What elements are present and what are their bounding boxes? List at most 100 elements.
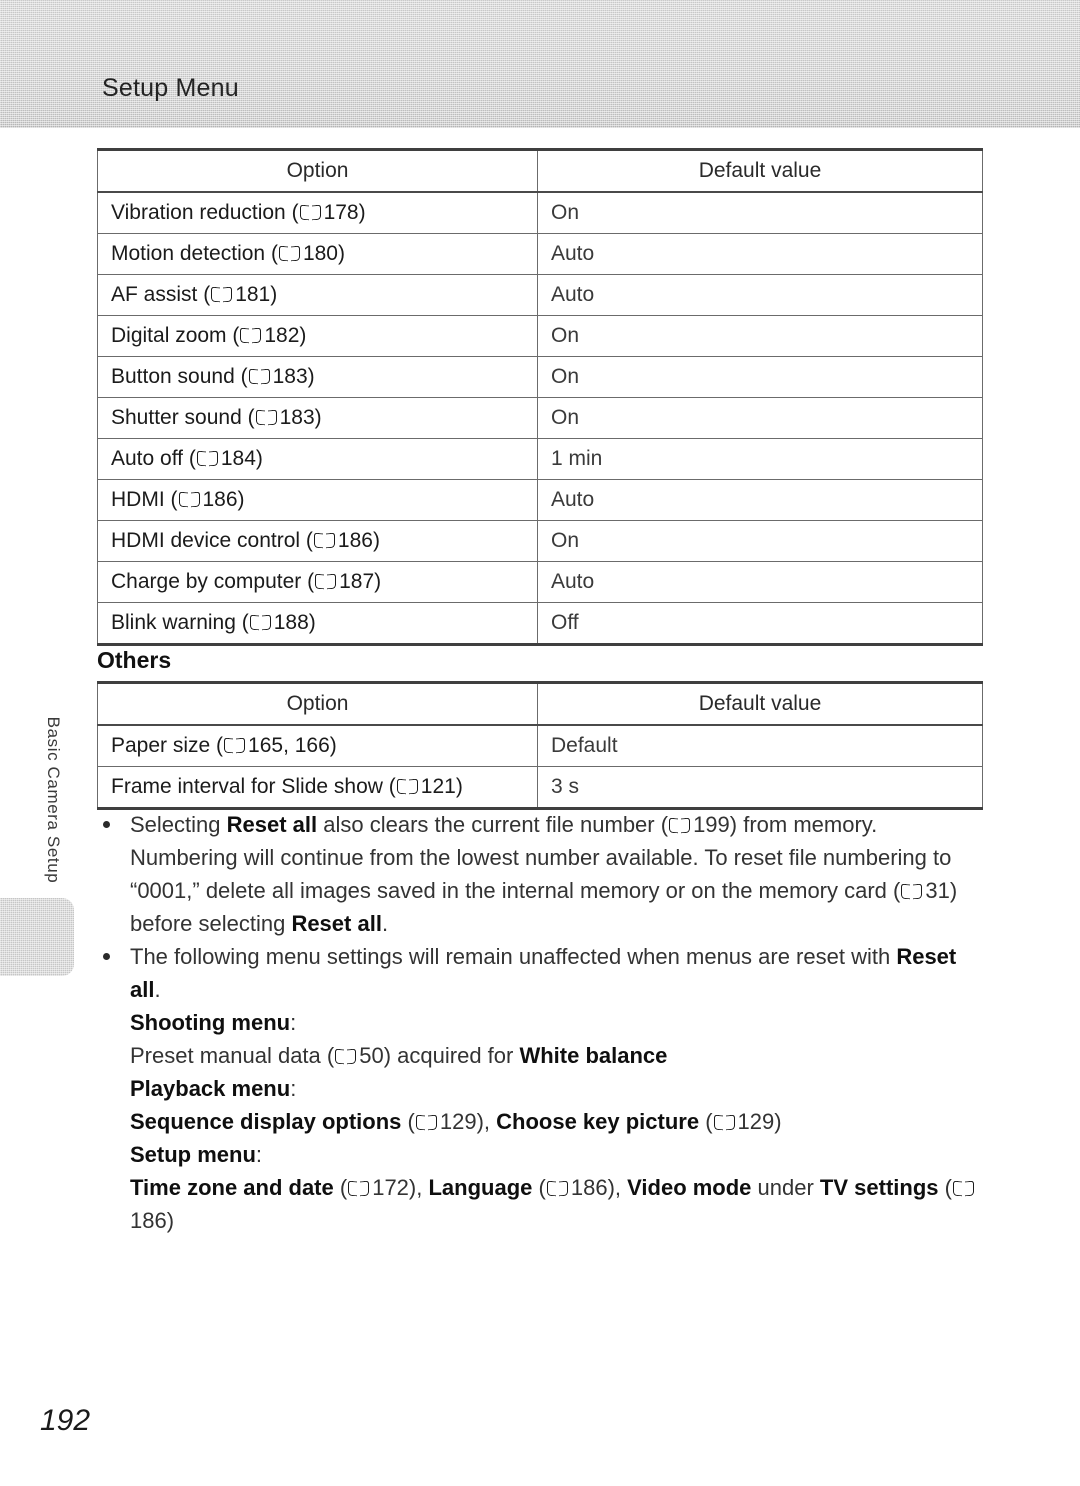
setup-options-table: Option Default value Vibration reduction…: [97, 148, 983, 646]
note-text: .: [154, 977, 161, 1002]
note-text: ),: [476, 1109, 497, 1134]
table-row: Auto off (184) 1 min: [97, 438, 983, 480]
page-ref: 187: [339, 570, 375, 593]
shooting-menu-detail: Preset manual data (50) acquired for Whi…: [97, 1039, 987, 1072]
book-icon: [416, 1115, 437, 1131]
note-bold-term: Language: [428, 1175, 533, 1200]
note-bold-term: TV settings: [819, 1175, 939, 1200]
book-icon: [179, 492, 200, 508]
table-row: HDMI device control (186) On: [97, 520, 983, 562]
column-header-option: Option: [97, 148, 538, 193]
book-icon: [714, 1115, 735, 1131]
column-header-option: Option: [97, 681, 538, 726]
playback-menu-heading: Playback menu:: [97, 1072, 987, 1105]
note-text: Preset manual data (: [130, 1043, 335, 1068]
note-bullet-unaffected-settings: The following menu settings will remain …: [97, 940, 987, 1006]
colon: :: [290, 1010, 297, 1035]
column-header-default-value: Default value: [537, 148, 983, 193]
option-cell: AF assist (181): [97, 274, 538, 316]
page-ref: 188: [273, 611, 309, 634]
option-label: HDMI device control: [111, 529, 301, 552]
option-label: Vibration reduction: [111, 201, 286, 224]
option-cell: HDMI (186): [97, 479, 538, 521]
table-row: Blink warning (188) Off: [97, 602, 983, 646]
default-value-cell: Auto: [537, 274, 983, 316]
book-icon: [197, 451, 218, 467]
page-ref: 178: [323, 201, 359, 224]
page-ref: 129: [439, 1109, 477, 1134]
others-section-heading: Others: [97, 647, 172, 673]
book-icon: [315, 574, 336, 590]
option-label: Auto off: [111, 447, 184, 470]
option-cell: HDMI device control (186): [97, 520, 538, 562]
default-value-cell: On: [537, 191, 983, 234]
option-cell: Motion detection (180): [97, 233, 538, 275]
table-row: Frame interval for Slide show (121) 3 s: [97, 766, 983, 810]
menu-heading-label: Playback menu: [130, 1076, 291, 1101]
option-label: Button sound: [111, 365, 235, 388]
book-icon: [300, 205, 321, 221]
page-ref: 121: [420, 775, 456, 798]
note-text: (: [401, 1109, 415, 1134]
bullet-dot-icon: [103, 821, 110, 828]
page-ref: 180: [302, 242, 338, 265]
option-cell: Charge by computer (187): [97, 561, 538, 603]
option-label: Charge by computer: [111, 570, 302, 593]
note-text: (: [938, 1175, 952, 1200]
default-value-cell: 3 s: [537, 766, 983, 810]
note-text: .: [381, 911, 389, 936]
page-ref: 186: [130, 1208, 167, 1233]
note-text: The following menu settings will remain …: [130, 944, 897, 969]
setup-menu-detail: Time zone and date (172), Language (186)…: [97, 1171, 987, 1237]
note-bold-term: Sequence display options: [130, 1109, 402, 1134]
book-icon: [240, 328, 261, 344]
option-cell: Vibration reduction (178): [97, 191, 538, 234]
page-ref: 199: [693, 812, 730, 837]
book-icon: [901, 884, 922, 900]
book-icon: [953, 1181, 974, 1197]
playback-menu-detail: Sequence display options (129), Choose k…: [97, 1105, 987, 1138]
page-ref: 165, 166: [248, 734, 330, 757]
note-text: ): [166, 1208, 175, 1233]
default-value-cell: On: [537, 520, 983, 562]
default-value-cell: Default: [537, 724, 983, 767]
colon: :: [290, 1076, 297, 1101]
book-icon: [211, 287, 232, 303]
book-icon: [335, 1049, 356, 1065]
book-icon: [314, 533, 335, 549]
page-ref: 172: [372, 1175, 409, 1200]
book-icon: [348, 1181, 369, 1197]
option-cell: Button sound (183): [97, 356, 538, 398]
option-cell: Shutter sound (183): [97, 397, 538, 439]
option-label: AF assist: [111, 283, 198, 306]
default-value-cell: Auto: [537, 479, 983, 521]
option-cell: Blink warning (188): [97, 602, 538, 646]
page-ref: 186: [202, 488, 238, 511]
book-icon: [279, 246, 300, 262]
table-row: HDMI (186) Auto: [97, 479, 983, 521]
note-text: (: [333, 1175, 348, 1200]
option-label: Paper size: [111, 734, 211, 757]
book-icon: [547, 1181, 568, 1197]
notes-section: Selecting Reset all also clears the curr…: [97, 808, 987, 1237]
default-value-cell: Auto: [537, 233, 983, 275]
option-label: Motion detection: [111, 242, 266, 265]
bullet-dot-icon: [103, 953, 110, 960]
table-row: Shutter sound (183) On: [97, 397, 983, 439]
colon: :: [255, 1142, 263, 1167]
table-row: Charge by computer (187) Auto: [97, 561, 983, 603]
book-icon: [250, 615, 271, 631]
note-text: also clears the current file number (: [317, 812, 669, 837]
page-ref: 31: [925, 878, 950, 903]
page-ref: 184: [220, 447, 256, 470]
page-header-band: [0, 0, 1080, 128]
book-icon: [224, 738, 245, 754]
table-header-row: Option Default value: [97, 681, 983, 726]
book-icon: [669, 818, 690, 834]
section-tab-label: Basic Camera Setup: [44, 716, 63, 884]
option-label: HDMI: [111, 488, 165, 511]
note-text: (: [532, 1175, 546, 1200]
default-value-cell: Off: [537, 602, 983, 646]
note-bold-term: White balance: [519, 1043, 668, 1068]
option-cell: Paper size (165, 166): [97, 724, 538, 767]
